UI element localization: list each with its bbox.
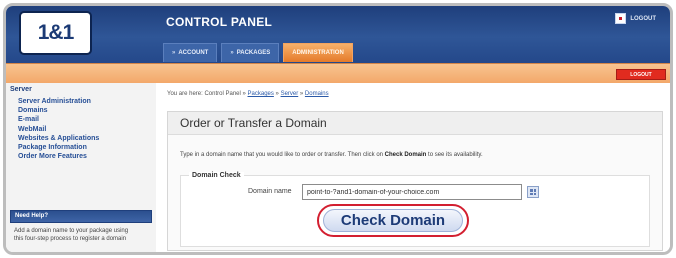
breadcrumb-separator: » (242, 91, 246, 97)
breadcrumb-separator: » (299, 91, 304, 97)
breadcrumb-link-domains[interactable]: Domains (305, 91, 329, 97)
tab-account[interactable]: » ACCOUNT (163, 43, 218, 62)
page-title: Order or Transfer a Domain (168, 112, 662, 135)
help-header: Need Help? (10, 210, 152, 223)
control-panel-frame: 1&1 CONTROL PANEL LOGOUT » ACCOUNT » PAC… (3, 3, 673, 255)
breadcrumb-link-server[interactable]: Server (281, 91, 299, 97)
domain-name-input[interactable] (302, 184, 522, 200)
sidebar-menu: Server Administration Domains E-mail Web… (18, 97, 152, 161)
breadcrumb: You are here: Control Panel » Packages »… (167, 91, 329, 97)
domain-check-section: Domain Check Domain name Check Domain (180, 172, 650, 247)
main-tabs: » ACCOUNT » PACKAGES ADMINISTRATION (163, 43, 353, 62)
logout-icon (615, 13, 627, 24)
sidebar-item-webmail[interactable]: WebMail (18, 125, 152, 134)
check-domain-button[interactable]: Check Domain (323, 209, 463, 232)
logout-link[interactable]: LOGOUT (615, 13, 656, 24)
chevron-right-icon: » (230, 50, 234, 56)
help-text: Add a domain name to your package using … (14, 228, 129, 242)
tab-administration[interactable]: ADMINISTRATION (283, 43, 353, 62)
sidebar-item-server-administration[interactable]: Server Administration (18, 97, 152, 106)
app-title: CONTROL PANEL (166, 15, 273, 29)
description-text: Type in a domain name that you would lik… (180, 152, 383, 158)
panel-description: Type in a domain name that you would lik… (180, 152, 483, 158)
description-text-end: to see its availability. (428, 152, 483, 158)
breadcrumb-separator: » (275, 91, 279, 97)
domain-name-label: Domain name (248, 188, 292, 195)
tab-label: ACCOUNT (178, 50, 209, 56)
sidebar-item-package-information[interactable]: Package Information (18, 143, 152, 152)
logo[interactable]: 1&1 (19, 11, 92, 55)
sidebar-item-domains[interactable]: Domains (18, 106, 152, 115)
header: 1&1 CONTROL PANEL LOGOUT » ACCOUNT » PAC… (6, 6, 670, 63)
tab-label: ADMINISTRATION (292, 50, 344, 56)
domain-list-icon[interactable] (527, 186, 539, 198)
description-bold: Check Domain (384, 152, 427, 158)
tab-packages[interactable]: » PACKAGES (221, 43, 280, 62)
sidebar-group-title: Server (10, 86, 32, 93)
tab-label: PACKAGES (236, 50, 271, 56)
sidebar-item-email[interactable]: E-mail (18, 115, 152, 124)
logo-text: 1&1 (37, 21, 75, 44)
section-title: Domain Check (189, 172, 244, 179)
order-domain-panel: Order or Transfer a Domain Type in a dom… (167, 111, 663, 251)
main-content: You are here: Control Panel » Packages »… (156, 83, 670, 252)
check-domain-highlight: Check Domain (317, 204, 469, 237)
breadcrumb-prefix: You are here: Control Panel (167, 91, 241, 97)
chevron-right-icon: » (172, 50, 176, 56)
breadcrumb-link-packages[interactable]: Packages (248, 91, 274, 97)
sub-navigation-bar: LOGOUT (6, 63, 670, 83)
sidebar-item-order-more-features[interactable]: Order More Features (18, 152, 152, 161)
logout-button[interactable]: LOGOUT (616, 69, 666, 80)
sidebar-item-websites-applications[interactable]: Websites & Applications (18, 134, 152, 143)
sidebar: Server Server Administration Domains E-m… (6, 83, 156, 252)
logout-label: LOGOUT (630, 15, 656, 22)
